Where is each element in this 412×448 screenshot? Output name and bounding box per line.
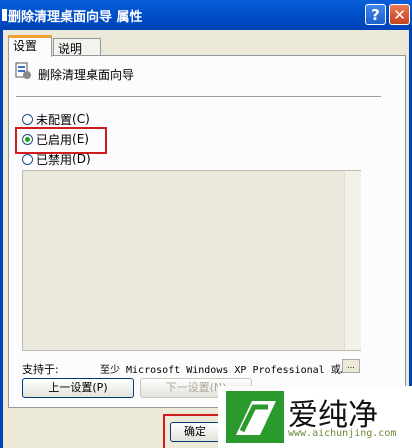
highlight-box	[163, 414, 223, 448]
watermark-url: www.aichunjing.com	[288, 428, 397, 439]
title-bar: 删除清理桌面向导 属性 ? ✕	[0, 0, 412, 30]
policy-name: 删除清理桌面向导	[38, 68, 135, 82]
window-title: 删除清理桌面向导 属性	[8, 10, 143, 25]
policy-setting-icon	[15, 62, 31, 79]
window-icon	[2, 9, 7, 21]
radio-label: 已禁用	[36, 152, 73, 167]
radio-accesskey: (C)	[72, 112, 90, 126]
watermark-logo-icon	[226, 391, 284, 443]
more-button[interactable]: ...	[342, 359, 360, 373]
help-button[interactable]: ?	[365, 4, 386, 25]
radio-disabled[interactable]: 已禁用 (D)	[22, 151, 91, 167]
radio-button[interactable]	[22, 113, 33, 125]
setting-value-box	[22, 170, 361, 351]
radio-accesskey: (D)	[72, 152, 91, 166]
watermark: 爱纯净 www.aichunjing.com	[218, 386, 412, 448]
radio-not-configured[interactable]: 未配置 (C)	[22, 111, 90, 127]
close-button[interactable]: ✕	[389, 4, 410, 25]
supported-on-label: 支持于:	[22, 363, 59, 376]
separator	[16, 96, 381, 97]
radio-button[interactable]	[22, 153, 33, 165]
tab-settings[interactable]: 设置	[8, 35, 52, 57]
radio-label: 未配置	[36, 112, 73, 127]
previous-setting-button[interactable]: 上一设置(P)	[22, 378, 134, 398]
supported-on-value: 至少 Microsoft Windows XP Professional 或…	[100, 365, 347, 376]
scrollbar[interactable]	[344, 171, 361, 350]
